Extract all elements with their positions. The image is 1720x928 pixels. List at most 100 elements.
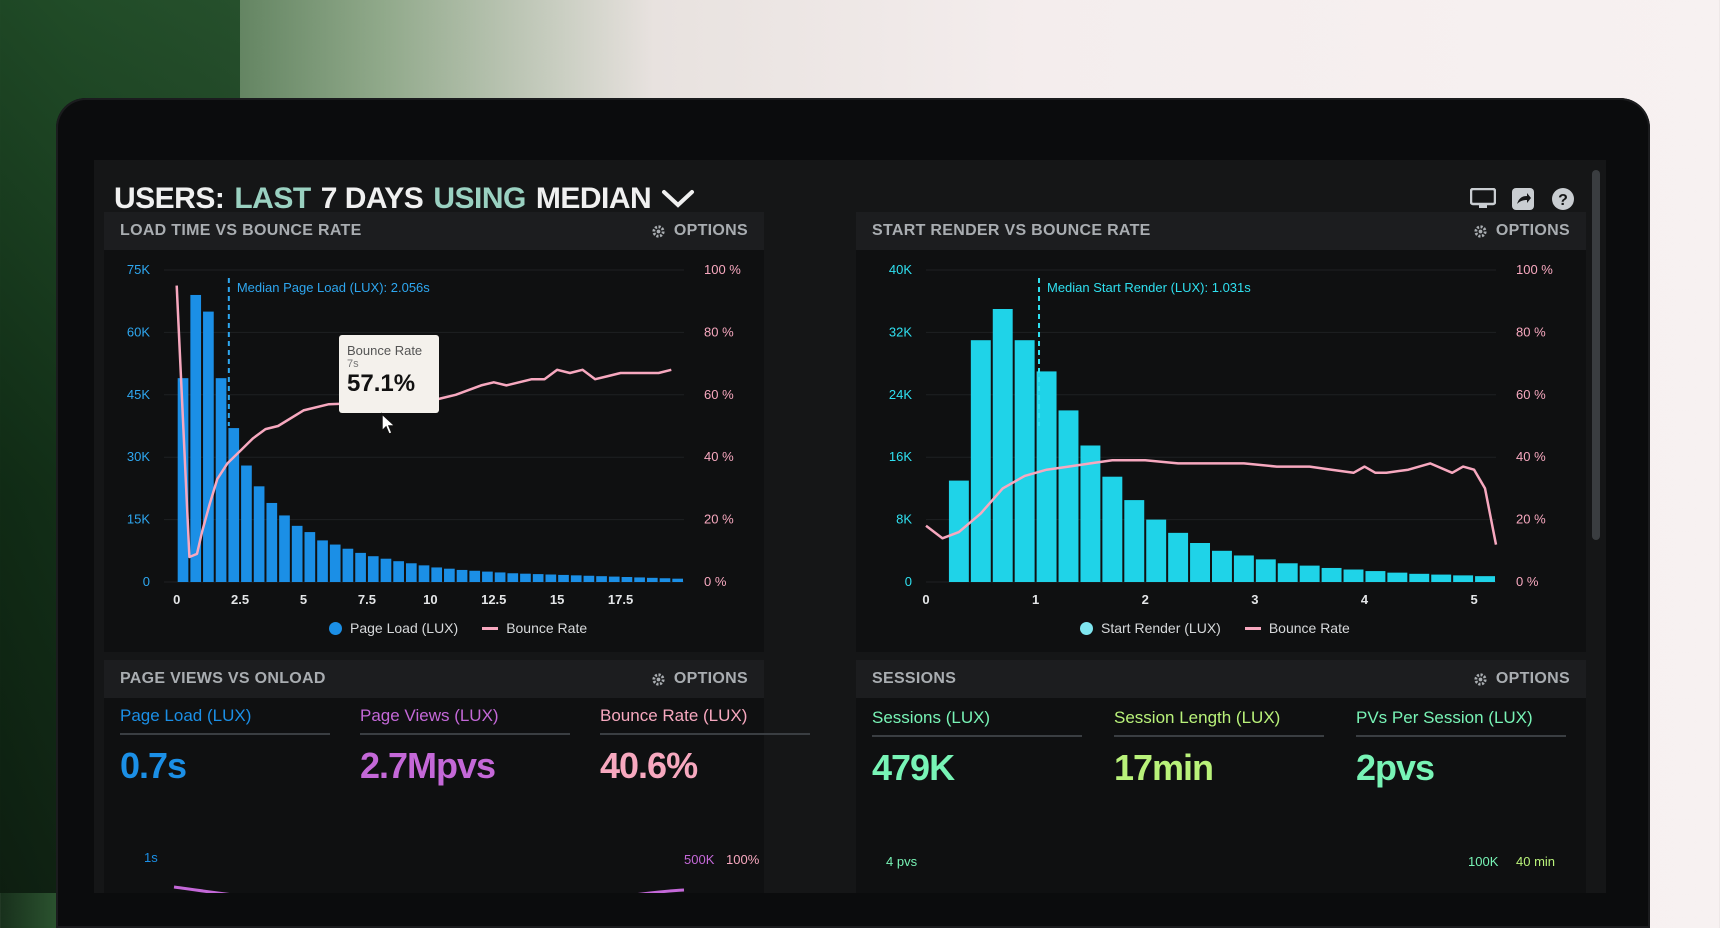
options-button[interactable]: OPTIONS [1473, 222, 1570, 240]
y2-tick-label: 60 % [704, 387, 734, 402]
dashboard-screen: USERS: LAST 7 DAYS USING MEDIAN ? LOAD T… [94, 160, 1606, 893]
bar [317, 540, 328, 582]
bar [418, 565, 430, 582]
bar [634, 577, 645, 582]
bar [304, 532, 316, 582]
x-tick-label: 12.5 [481, 592, 506, 607]
panel-load-time: LOAD TIME VS BOUNCE RATE OPTIONS 0 15K 30K… [104, 212, 764, 652]
bar [355, 552, 366, 582]
metric-sessions[interactable]: Sessions (LUX) 479K [872, 708, 1082, 789]
x-tick-label: 4 [1361, 592, 1369, 607]
bar [329, 544, 341, 582]
y2-tick-label: 100 % [704, 262, 741, 277]
x-tick-label: 0 [173, 592, 180, 607]
legend-bars[interactable]: Page Load (LUX) [329, 620, 458, 636]
panel-title: SESSIONS [872, 670, 957, 687]
chart-load-time: 0 15K 30K 45K 60K 75K 0 % 20 % 40 % 60 % 80 % 100 %… [127, 262, 741, 607]
scrollbar[interactable] [1592, 170, 1600, 540]
x-tick-label: 1 [1032, 592, 1039, 607]
metric-session-length[interactable]: Session Length (LUX) 17min [1114, 708, 1324, 789]
bar [291, 525, 303, 582]
legend-line[interactable]: Bounce Rate [1244, 620, 1350, 636]
bar [583, 575, 595, 582]
y2-tick-label: 80 % [1516, 324, 1546, 339]
bar [444, 568, 455, 582]
options-button[interactable]: OPTIONS [651, 222, 748, 240]
options-label: OPTIONS [1495, 222, 1570, 239]
panel-header: SESSIONS OPTIONS [856, 660, 1586, 698]
bar [1058, 410, 1079, 582]
tooltip-sub: 7s [347, 358, 359, 370]
axis-label-left: 1s [144, 850, 158, 865]
bar [596, 576, 607, 582]
bar [203, 311, 214, 582]
y2-tick-label: 40 % [704, 449, 734, 464]
y2-tick-label: 80 % [704, 324, 734, 339]
bar [279, 515, 290, 582]
bar [646, 577, 658, 582]
bar [342, 548, 354, 582]
legend: Page Load (LUX) Bounce Rate [329, 620, 587, 636]
share-icon[interactable] [1510, 187, 1536, 211]
bar [393, 561, 404, 582]
bar [1212, 550, 1232, 582]
legend-line[interactable]: Bounce Rate [482, 620, 587, 636]
title-median: MEDIAN [535, 182, 652, 215]
metric-value: 479K [872, 747, 955, 788]
bar [1102, 476, 1123, 582]
bar [1409, 573, 1430, 582]
bar [431, 567, 443, 582]
y2-tick-label: 20 % [704, 512, 734, 527]
metric-page-views[interactable]: Page Views (LUX) 2.7Mpvs [360, 706, 570, 787]
tooltip-title: Bounce Rate [347, 343, 423, 358]
axis-label-left: 4 pvs [886, 854, 918, 869]
y-tick-label: 45K [127, 387, 150, 402]
metric-pvs-per-session[interactable]: PVs Per Session (LUX) 2pvs [1356, 708, 1566, 789]
gear-icon [652, 224, 665, 238]
bar [970, 340, 991, 582]
gear-icon [1474, 672, 1487, 686]
bar [545, 574, 557, 582]
monitor-icon[interactable] [1470, 187, 1496, 211]
metric-label: Sessions (LUX) [872, 708, 1082, 737]
x-tick-label: 10 [423, 592, 437, 607]
bar [1190, 543, 1210, 582]
gear-icon [1474, 224, 1487, 238]
chart-start-render: 0 8K 16K 24K 32K 40K 0 % 20 % 40 % 60 % 80 % 100 % 0… [889, 262, 1553, 607]
x-tick-label: 17.5 [608, 592, 633, 607]
bar [380, 558, 392, 582]
bar [532, 574, 544, 582]
metric-label: Page Load (LUX) [120, 706, 330, 735]
legend-bars[interactable]: Start Render (LUX) [1080, 620, 1221, 636]
svg-text:?: ? [1558, 192, 1568, 209]
bar [241, 465, 252, 582]
median-label: Median Start Render (LUX): 1.031s [1047, 280, 1251, 295]
options-button[interactable]: OPTIONS [1473, 670, 1570, 688]
bar [1343, 569, 1364, 582]
page-title[interactable]: USERS: LAST 7 DAYS USING MEDIAN [114, 182, 695, 216]
bar [1321, 567, 1342, 582]
bar [1365, 571, 1386, 582]
title-users: USERS: [114, 182, 225, 215]
metric-page-load[interactable]: Page Load (LUX) 0.7s [120, 706, 330, 787]
y2-tick-label: 100 % [1516, 262, 1553, 277]
y2-tick-label: 20 % [1516, 512, 1546, 527]
title-using: USING [433, 182, 526, 215]
axis-label-right-a: 100K [1468, 854, 1499, 869]
y2-tick-label: 0 % [1516, 574, 1539, 589]
x-tick-label: 7.5 [358, 592, 376, 607]
panel-page-views: PAGE VIEWS VS ONLOAD OPTIONS Page Load (… [104, 660, 810, 893]
metric-bounce-rate[interactable]: Bounce Rate (LUX) 40.6% [600, 706, 810, 787]
panel-header: START RENDER VS BOUNCE RATE OPTIONS [856, 212, 1586, 250]
panel-title: PAGE VIEWS VS ONLOAD [120, 670, 326, 687]
help-icon[interactable]: ? [1550, 187, 1576, 211]
y-tick-label: 0 [905, 574, 912, 589]
panel-header: LOAD TIME VS BOUNCE RATE OPTIONS [104, 212, 764, 250]
y-tick-label: 24K [889, 387, 912, 402]
y-tick-label: 40K [889, 262, 912, 277]
chevron-down-icon[interactable] [661, 188, 695, 210]
panel-start-render: START RENDER VS BOUNCE RATE OPTIONS 0 8K 1… [856, 212, 1586, 652]
cursor-icon [381, 412, 397, 435]
bar [570, 575, 582, 582]
options-button[interactable]: OPTIONS [651, 670, 748, 688]
